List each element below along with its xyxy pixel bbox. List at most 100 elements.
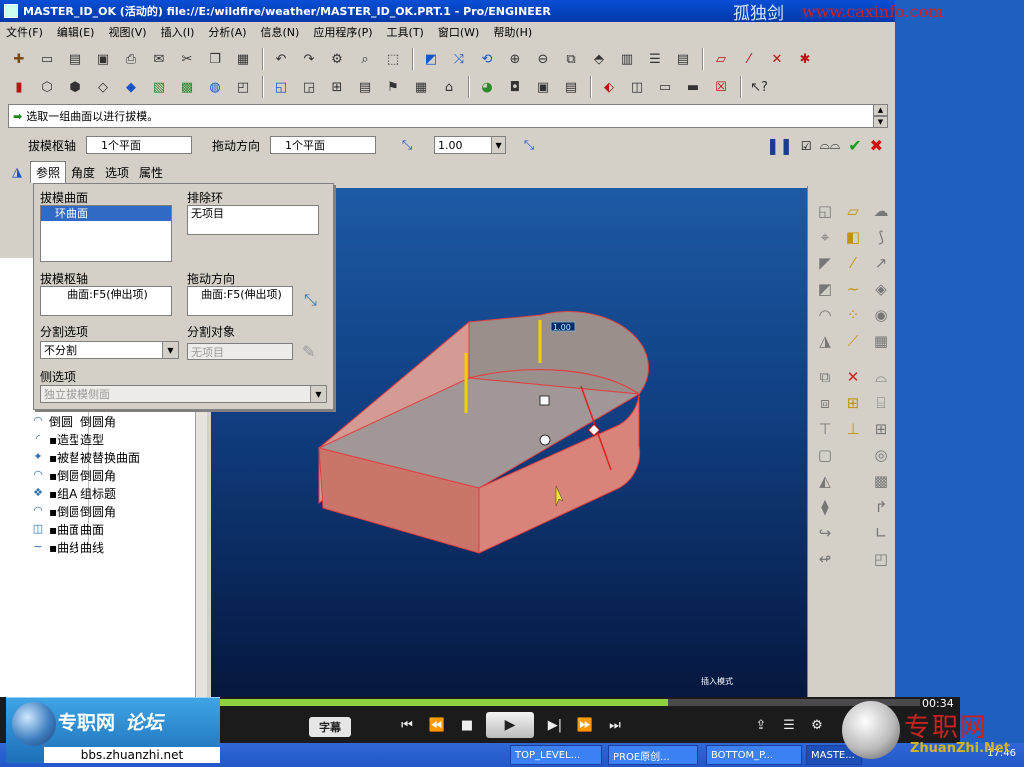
flip-direction-icon[interactable]: ⤡ [304, 290, 317, 310]
window-activate-icon[interactable]: ▬ [682, 76, 704, 98]
warp-icon[interactable]: ↱ [870, 496, 892, 518]
datum-plane-display-icon[interactable]: ▱ [710, 48, 732, 70]
taskbar-item-top-level[interactable]: TOP_LEVEL... [510, 745, 602, 765]
menu-edit[interactable]: 编辑(E) [57, 24, 95, 40]
axis-icon[interactable]: ⁄ [842, 252, 864, 274]
message-scrollbar[interactable]: ▲ ▼ [873, 104, 888, 128]
playback-progress[interactable] [220, 699, 920, 706]
draft-surface-item[interactable]: 环曲面 [41, 206, 171, 221]
solidify-icon[interactable]: ▩ [870, 470, 892, 492]
accept-icon[interactable]: ✔ [848, 136, 861, 155]
tree-row[interactable]: ◜ ▪造型 造型 [0, 430, 195, 448]
menu-info[interactable]: 信息(N) [261, 24, 300, 40]
whats-this-icon[interactable]: ↖? [748, 76, 770, 98]
menu-applications[interactable]: 应用程序(P) [313, 24, 372, 40]
rib-icon[interactable]: ◠ [814, 304, 836, 326]
wireframe-icon[interactable]: ⬡ [36, 76, 58, 98]
tab-angles[interactable]: 角度 [66, 162, 100, 183]
box-icon[interactable]: ◰ [870, 548, 892, 570]
step-icon[interactable]: ▶| [544, 713, 566, 737]
angle-input[interactable]: 1.00 ▼ [434, 136, 507, 154]
drag-dir-item[interactable]: 曲面:F5(伸出项) [188, 287, 292, 302]
view-manager-icon[interactable]: ▤ [672, 48, 694, 70]
exclude-loop-item[interactable]: 无项目 [188, 206, 318, 221]
trim-icon[interactable]: ⊤ [814, 418, 836, 440]
shading-icon[interactable]: ◆ [120, 76, 142, 98]
taskbar-item-proe[interactable]: PROE原创... [608, 745, 698, 765]
annotation-icon[interactable]: ◱ [270, 76, 292, 98]
preview-checkbox-icon[interactable]: ☑ [801, 139, 812, 153]
extrude-icon[interactable]: ◧ [842, 226, 864, 248]
window-icon[interactable]: ▭ [654, 76, 676, 98]
email-icon[interactable]: ✉ [148, 48, 170, 70]
cloud-icon[interactable]: ☁ [870, 200, 892, 222]
analysis-icon[interactable]: ▣ [532, 76, 554, 98]
program-icon[interactable]: ⌂ [438, 76, 460, 98]
point-create-icon[interactable]: ✕ [842, 366, 864, 388]
select-box-icon[interactable]: ⬚ [382, 48, 404, 70]
undo-icon[interactable]: ↶ [270, 48, 292, 70]
saved-views-icon[interactable]: ▥ [616, 48, 638, 70]
hidden-line-icon[interactable]: ⬢ [64, 76, 86, 98]
color-appearance-icon[interactable]: ▮ [8, 76, 30, 98]
sweep-icon[interactable]: ◤ [814, 252, 836, 274]
csys-icon[interactable]: ⌖ [814, 226, 836, 248]
stop-icon[interactable]: ■ [456, 713, 478, 737]
analysis-feature-icon[interactable]: ⟋ [842, 330, 864, 352]
glasses-icon[interactable]: ⌓⌓ [820, 138, 841, 153]
copy-surface-icon[interactable]: ⧉ [814, 366, 836, 388]
thicken-icon[interactable]: ◭ [814, 470, 836, 492]
tree-row[interactable]: ◠ 倒圆 倒圆角 [0, 412, 195, 430]
pivot-ref-list[interactable]: 曲面:F5(伸出项) [40, 286, 172, 316]
blend-icon[interactable]: ↗ [870, 252, 892, 274]
scroll-down-icon[interactable]: ▼ [873, 116, 888, 128]
menu-insert[interactable]: 插入(I) [161, 24, 195, 40]
split-option-select[interactable]: 不分割 ▼ [40, 341, 179, 359]
reorient-icon[interactable]: ⬘ [588, 48, 610, 70]
close-window-icon[interactable]: ☒ [710, 76, 732, 98]
draft-tool-icon[interactable]: ◮ [814, 330, 836, 352]
sketch-curve-icon[interactable]: ∼ [842, 278, 864, 300]
redo-icon[interactable]: ↷ [298, 48, 320, 70]
tree-row[interactable]: ◠ ▪倒圆 倒圆角 [0, 466, 195, 484]
save-icon[interactable]: ▣ [92, 48, 114, 70]
pause-icon[interactable]: ❚❚ [766, 136, 793, 155]
tab-properties[interactable]: 属性 [134, 162, 168, 183]
camera-icon[interactable]: ◘ [504, 76, 526, 98]
switch-dimension-icon[interactable]: ⊞ [326, 76, 348, 98]
refit-icon[interactable]: ⧉ [560, 48, 582, 70]
zoom-in-icon[interactable]: ⊕ [504, 48, 526, 70]
no-hidden-icon[interactable]: ◇ [92, 76, 114, 98]
dimension-icon[interactable]: ◲ [298, 76, 320, 98]
fast-forward-icon[interactable]: ⏩ [574, 713, 596, 737]
drag-handle[interactable] [539, 395, 550, 406]
settings-icon[interactable]: ⚙ [806, 713, 828, 737]
taskbar-item-bottom[interactable]: BOTTOM_P... [706, 745, 802, 765]
family-table-icon[interactable]: ▦ [410, 76, 432, 98]
shell-icon[interactable]: ◈ [870, 278, 892, 300]
merge-icon[interactable]: ⊞ [870, 418, 892, 440]
copy-icon[interactable]: ❐ [204, 48, 226, 70]
repaint-icon[interactable]: ◩ [420, 48, 442, 70]
regenerate-icon[interactable]: ⚙ [326, 48, 348, 70]
web-browser-icon[interactable]: ◍ [204, 76, 226, 98]
skip-back-icon[interactable]: ⏮ [396, 713, 418, 737]
new-icon[interactable]: ✚ [8, 48, 30, 70]
subtitle-button[interactable]: 字幕 [309, 717, 351, 737]
orient-icon[interactable]: ⟲ [476, 48, 498, 70]
menu-view[interactable]: 视图(V) [108, 24, 146, 40]
copy-feature-icon[interactable]: ⬖ [598, 76, 620, 98]
parameters-icon[interactable]: ⚑ [382, 76, 404, 98]
spin-center-icon[interactable]: ⤨ [448, 48, 470, 70]
menu-file[interactable]: 文件(F) [6, 24, 43, 40]
menu-tools[interactable]: 工具(T) [387, 24, 424, 40]
export-icon[interactable]: ⇪ [750, 713, 772, 737]
zoom-out-icon[interactable]: ⊖ [532, 48, 554, 70]
menu-analysis[interactable]: 分析(A) [208, 24, 246, 40]
tree-row[interactable]: ✦ ▪被替 被替换曲面 [0, 448, 195, 466]
style-tool-icon[interactable]: ⧫ [814, 496, 836, 518]
datum-point-display-icon[interactable]: ✕ [766, 48, 788, 70]
paste-icon[interactable]: ▦ [232, 48, 254, 70]
feature-ops-icon[interactable]: ◫ [626, 76, 648, 98]
cancel-icon[interactable]: ✖ [870, 136, 883, 155]
